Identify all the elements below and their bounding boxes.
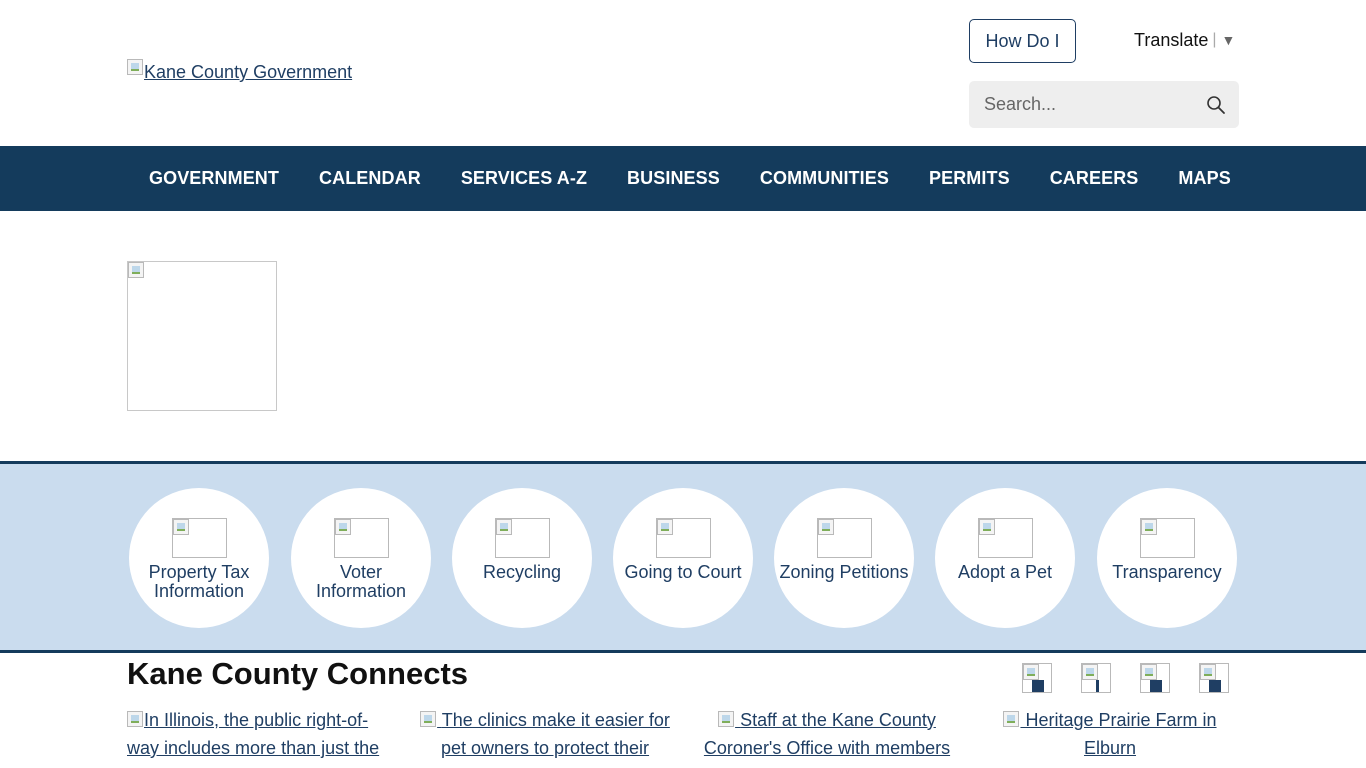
chevron-down-icon: ▼ [1221,32,1236,48]
site-logo-link[interactable]: Kane County Government [127,59,352,81]
zoning-icon [816,518,872,558]
broken-image-icon [1003,711,1020,727]
property-tax-icon [171,518,227,558]
broken-image-icon [656,519,673,535]
news-link[interactable]: In Illinois, the public right-of-way inc… [127,710,379,758]
broken-image-icon [495,519,512,535]
quick-link-label: Going to Court [624,562,742,582]
quick-link-property-tax[interactable]: Property Tax Information [129,488,269,628]
broken-image-icon [978,519,995,535]
news-link[interactable]: The clinics make it easier for pet owner… [420,710,670,758]
quick-link-label: Property Tax Information [148,562,250,601]
search-icon[interactable] [1206,95,1226,115]
instagram-icon[interactable] [1081,663,1111,693]
news-item[interactable]: Staff at the Kane County Coroner's Offic… [692,706,962,762]
court-icon [655,518,711,558]
translate-separator: | [1212,31,1217,48]
broken-image-icon [334,519,351,535]
facebook-icon[interactable] [1022,663,1052,693]
translate-dropdown[interactable]: Translate | ▼ [1134,29,1235,51]
nav-item-permits[interactable]: PERMITS [909,146,1030,211]
news-item[interactable]: The clinics make it easier for pet owner… [410,706,680,762]
broken-image-icon [172,519,189,535]
translate-label: Translate [1134,29,1209,50]
news-item[interactable]: Heritage Prairie Farm in Elburn [975,706,1245,762]
site-header: Kane County Government How Do I Translat… [0,0,1366,146]
voter-icon [333,518,389,558]
broken-image-icon [1082,664,1098,680]
quick-link-zoning-petitions[interactable]: Zoning Petitions [774,488,914,628]
youtube-icon[interactable] [1140,663,1170,693]
news-link-text: Heritage Prairie Farm in Elburn [1025,710,1217,758]
nav-item-business[interactable]: BUSINESS [607,146,740,211]
main-navigation: GOVERNMENT CALENDAR SERVICES A-Z BUSINES… [0,146,1366,211]
news-item[interactable]: In Illinois, the public right-of-way inc… [127,706,397,762]
broken-image-icon [1200,664,1216,680]
quick-link-label: Adopt a Pet [957,562,1053,582]
connects-heading: Kane County Connects [127,656,469,691]
nav-item-calendar[interactable]: CALENDAR [299,146,441,211]
site-logo-alt-text: Kane County Government [144,62,353,82]
news-link[interactable]: Heritage Prairie Farm in Elburn [1003,710,1217,758]
quick-link-label: Zoning Petitions [779,562,909,582]
broken-image-icon [420,711,437,727]
nav-item-communities[interactable]: COMMUNITIES [740,146,909,211]
broken-image-icon [1140,519,1157,535]
quick-link-recycling[interactable]: Recycling [452,488,592,628]
broken-image-icon [127,711,143,727]
broken-image-icon [817,519,834,535]
pet-icon [977,518,1033,558]
quick-link-adopt-a-pet[interactable]: Adopt a Pet [935,488,1075,628]
nav-item-careers[interactable]: CAREERS [1030,146,1159,211]
search-box [969,81,1239,128]
twitter-glyph [1209,680,1221,692]
recycling-icon [494,518,550,558]
news-link-text: The clinics make it easier for pet owner… [440,710,670,758]
instagram-glyph [1096,680,1099,692]
quick-link-label: Voter Information [315,562,407,601]
quick-link-label: Transparency [1112,562,1222,582]
youtube-glyph [1150,680,1162,692]
broken-image-icon [127,59,143,75]
nav-item-government[interactable]: GOVERNMENT [129,146,299,211]
nav-item-services-a-z[interactable]: SERVICES A-Z [441,146,607,211]
how-do-i-button[interactable]: How Do I [969,19,1076,63]
quick-link-voter-information[interactable]: Voter Information [291,488,431,628]
broken-image-icon [1023,664,1039,680]
news-link[interactable]: Staff at the Kane County Coroner's Offic… [704,710,950,758]
broken-image-icon [1141,664,1157,680]
quick-link-going-to-court[interactable]: Going to Court [613,488,753,628]
quick-link-label: Recycling [482,562,562,582]
broken-image-icon [718,711,735,727]
quick-link-transparency[interactable]: Transparency [1097,488,1237,628]
facebook-glyph [1032,680,1044,692]
hero-image [127,261,277,411]
quick-links-band: Property Tax Information Voter Informati… [0,461,1366,653]
news-link-text: In Illinois, the public right-of-way inc… [127,710,380,758]
transparency-icon [1139,518,1195,558]
nav-item-maps[interactable]: MAPS [1158,146,1250,211]
search-input[interactable] [984,94,1204,115]
twitter-icon[interactable] [1199,663,1229,693]
news-link-text: Staff at the Kane County Coroner's Offic… [703,710,951,758]
broken-image-icon [128,262,144,278]
